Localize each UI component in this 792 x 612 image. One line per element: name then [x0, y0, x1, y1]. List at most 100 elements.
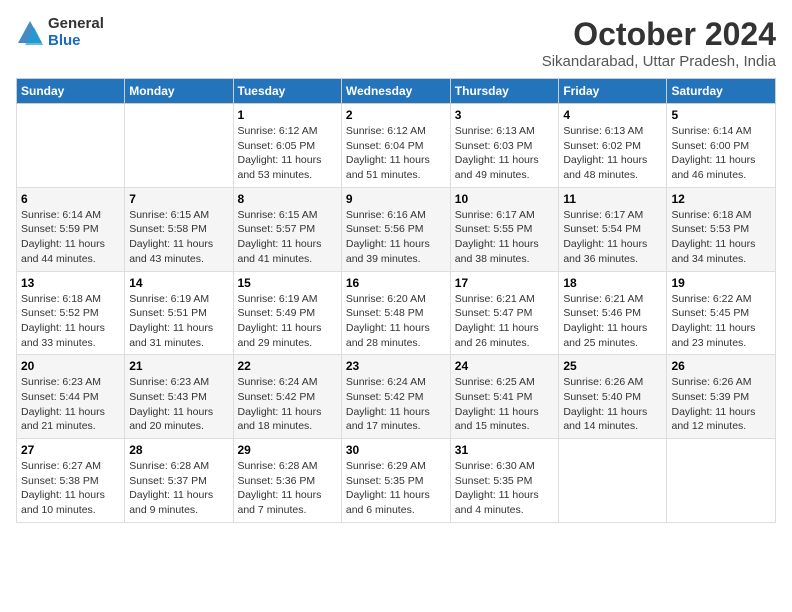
cell-w3-d4: 16 Sunrise: 6:20 AM Sunset: 5:48 PM Dayli…	[341, 271, 450, 355]
day-number-1: 1	[238, 108, 337, 122]
header-wednesday: Wednesday	[341, 79, 450, 104]
day-number-30: 30	[346, 443, 446, 457]
day-number-10: 10	[455, 192, 555, 206]
day-info-11: Sunrise: 6:17 AM Sunset: 5:54 PM Dayligh…	[563, 208, 662, 267]
logo-icon	[16, 19, 44, 47]
cell-w1-d3: 1Sunrise: 6:12 AM Sunset: 6:05 PM Daylig…	[233, 104, 341, 188]
day-info-25: Sunrise: 6:26 AM Sunset: 5:40 PM Dayligh…	[563, 375, 662, 434]
cell-w3-d7: 19 Sunrise: 6:22 AM Sunset: 5:45 PM Dayli…	[667, 271, 776, 355]
day-number-12: 12	[671, 192, 771, 206]
header-monday: Monday	[125, 79, 233, 104]
page-header: General Blue October 2024 Sikandarabad, …	[16, 16, 776, 70]
cell-w5-d2: 28 Sunrise: 6:28 AM Sunset: 5:37 PM Dayli…	[125, 439, 233, 523]
logo-general-text: General	[48, 16, 104, 33]
cell-w3-d2: 14 Sunrise: 6:19 AM Sunset: 5:51 PM Dayli…	[125, 271, 233, 355]
cell-w1-d2	[125, 104, 233, 188]
day-number-24: 24	[455, 359, 555, 373]
day-info-10: Sunrise: 6:17 AM Sunset: 5:55 PM Dayligh…	[455, 208, 555, 267]
cell-w2-d2: 7 Sunrise: 6:15 AM Sunset: 5:58 PM Daylig…	[125, 187, 233, 271]
cell-w3-d1: 13Sunrise: 6:18 AM Sunset: 5:52 PM Dayli…	[17, 271, 125, 355]
cell-w2-d6: 11Sunrise: 6:17 AM Sunset: 5:54 PM Dayli…	[559, 187, 667, 271]
day-info-7: Sunrise: 6:15 AM Sunset: 5:58 PM Dayligh…	[129, 208, 228, 267]
day-info-4: Sunrise: 6:13 AM Sunset: 6:02 PM Dayligh…	[563, 124, 662, 183]
day-number-18: 18	[563, 276, 662, 290]
day-info-23: Sunrise: 6:24 AM Sunset: 5:42 PM Dayligh…	[346, 375, 446, 434]
day-number-15: 15	[238, 276, 337, 290]
cell-w4-d3: 22 Sunrise: 6:24 AM Sunset: 5:42 PM Dayli…	[233, 355, 341, 439]
day-info-20: Sunrise: 6:23 AM Sunset: 5:44 PM Dayligh…	[21, 375, 120, 434]
cell-w2-d7: 12 Sunrise: 6:18 AM Sunset: 5:53 PM Dayli…	[667, 187, 776, 271]
day-info-30: Sunrise: 6:29 AM Sunset: 5:35 PM Dayligh…	[346, 459, 446, 518]
week-row-4: 20 Sunrise: 6:23 AM Sunset: 5:44 PM Dayli…	[17, 355, 776, 439]
day-number-20: 20	[21, 359, 120, 373]
calendar-table: SundayMondayTuesdayWednesdayThursdayFrid…	[16, 78, 776, 523]
calendar-header: SundayMondayTuesdayWednesdayThursdayFrid…	[17, 79, 776, 104]
day-info-28: Sunrise: 6:28 AM Sunset: 5:37 PM Dayligh…	[129, 459, 228, 518]
cell-w5-d1: 27 Sunrise: 6:27 AM Sunset: 5:38 PM Dayli…	[17, 439, 125, 523]
day-number-19: 19	[671, 276, 771, 290]
header-row: SundayMondayTuesdayWednesdayThursdayFrid…	[17, 79, 776, 104]
day-number-23: 23	[346, 359, 446, 373]
cell-w2-d5: 10 Sunrise: 6:17 AM Sunset: 5:55 PM Dayli…	[450, 187, 559, 271]
cell-w3-d3: 15Sunrise: 6:19 AM Sunset: 5:49 PM Dayli…	[233, 271, 341, 355]
day-number-2: 2	[346, 108, 446, 122]
day-number-3: 3	[455, 108, 555, 122]
day-info-29: Sunrise: 6:28 AM Sunset: 5:36 PM Dayligh…	[238, 459, 337, 518]
header-saturday: Saturday	[667, 79, 776, 104]
calendar-body: 1Sunrise: 6:12 AM Sunset: 6:05 PM Daylig…	[17, 104, 776, 523]
cell-w4-d7: 26Sunrise: 6:26 AM Sunset: 5:39 PM Dayli…	[667, 355, 776, 439]
cell-w2-d1: 6Sunrise: 6:14 AM Sunset: 5:59 PM Daylig…	[17, 187, 125, 271]
cell-w5-d3: 29 Sunrise: 6:28 AM Sunset: 5:36 PM Dayli…	[233, 439, 341, 523]
day-info-14: Sunrise: 6:19 AM Sunset: 5:51 PM Dayligh…	[129, 292, 228, 351]
day-info-8: Sunrise: 6:15 AM Sunset: 5:57 PM Dayligh…	[238, 208, 337, 267]
day-info-22: Sunrise: 6:24 AM Sunset: 5:42 PM Dayligh…	[238, 375, 337, 434]
cell-w2-d3: 8 Sunrise: 6:15 AM Sunset: 5:57 PM Daylig…	[233, 187, 341, 271]
header-friday: Friday	[559, 79, 667, 104]
week-row-2: 6Sunrise: 6:14 AM Sunset: 5:59 PM Daylig…	[17, 187, 776, 271]
day-number-5: 5	[671, 108, 771, 122]
day-info-2: Sunrise: 6:12 AM Sunset: 6:04 PM Dayligh…	[346, 124, 446, 183]
cell-w5-d7	[667, 439, 776, 523]
logo-blue-text: Blue	[48, 33, 104, 50]
week-row-1: 1Sunrise: 6:12 AM Sunset: 6:05 PM Daylig…	[17, 104, 776, 188]
day-number-7: 7	[129, 192, 228, 206]
day-info-5: Sunrise: 6:14 AM Sunset: 6:00 PM Dayligh…	[671, 124, 771, 183]
cell-w1-d7: 5 Sunrise: 6:14 AM Sunset: 6:00 PM Daylig…	[667, 104, 776, 188]
day-number-29: 29	[238, 443, 337, 457]
day-number-17: 17	[455, 276, 555, 290]
cell-w4-d1: 20 Sunrise: 6:23 AM Sunset: 5:44 PM Dayli…	[17, 355, 125, 439]
day-info-21: Sunrise: 6:23 AM Sunset: 5:43 PM Dayligh…	[129, 375, 228, 434]
day-number-27: 27	[21, 443, 120, 457]
day-number-8: 8	[238, 192, 337, 206]
day-number-14: 14	[129, 276, 228, 290]
day-info-16: Sunrise: 6:20 AM Sunset: 5:48 PM Dayligh…	[346, 292, 446, 351]
cell-w3-d6: 18 Sunrise: 6:21 AM Sunset: 5:46 PM Dayli…	[559, 271, 667, 355]
day-info-12: Sunrise: 6:18 AM Sunset: 5:53 PM Dayligh…	[671, 208, 771, 267]
day-info-17: Sunrise: 6:21 AM Sunset: 5:47 PM Dayligh…	[455, 292, 555, 351]
day-number-6: 6	[21, 192, 120, 206]
day-info-9: Sunrise: 6:16 AM Sunset: 5:56 PM Dayligh…	[346, 208, 446, 267]
day-number-16: 16	[346, 276, 446, 290]
cell-w4-d2: 21Sunrise: 6:23 AM Sunset: 5:43 PM Dayli…	[125, 355, 233, 439]
header-tuesday: Tuesday	[233, 79, 341, 104]
day-info-13: Sunrise: 6:18 AM Sunset: 5:52 PM Dayligh…	[21, 292, 120, 351]
cell-w5-d5: 31Sunrise: 6:30 AM Sunset: 5:35 PM Dayli…	[450, 439, 559, 523]
cell-w4-d4: 23 Sunrise: 6:24 AM Sunset: 5:42 PM Dayli…	[341, 355, 450, 439]
day-number-4: 4	[563, 108, 662, 122]
day-info-18: Sunrise: 6:21 AM Sunset: 5:46 PM Dayligh…	[563, 292, 662, 351]
cell-w1-d4: 2 Sunrise: 6:12 AM Sunset: 6:04 PM Daylig…	[341, 104, 450, 188]
day-number-28: 28	[129, 443, 228, 457]
header-sunday: Sunday	[17, 79, 125, 104]
header-thursday: Thursday	[450, 79, 559, 104]
cell-w1-d1	[17, 104, 125, 188]
day-number-22: 22	[238, 359, 337, 373]
day-info-27: Sunrise: 6:27 AM Sunset: 5:38 PM Dayligh…	[21, 459, 120, 518]
day-number-26: 26	[671, 359, 771, 373]
day-info-19: Sunrise: 6:22 AM Sunset: 5:45 PM Dayligh…	[671, 292, 771, 351]
cell-w4-d5: 24Sunrise: 6:25 AM Sunset: 5:41 PM Dayli…	[450, 355, 559, 439]
day-number-25: 25	[563, 359, 662, 373]
cell-w5-d6	[559, 439, 667, 523]
day-info-31: Sunrise: 6:30 AM Sunset: 5:35 PM Dayligh…	[455, 459, 555, 518]
day-number-9: 9	[346, 192, 446, 206]
day-info-3: Sunrise: 6:13 AM Sunset: 6:03 PM Dayligh…	[455, 124, 555, 183]
